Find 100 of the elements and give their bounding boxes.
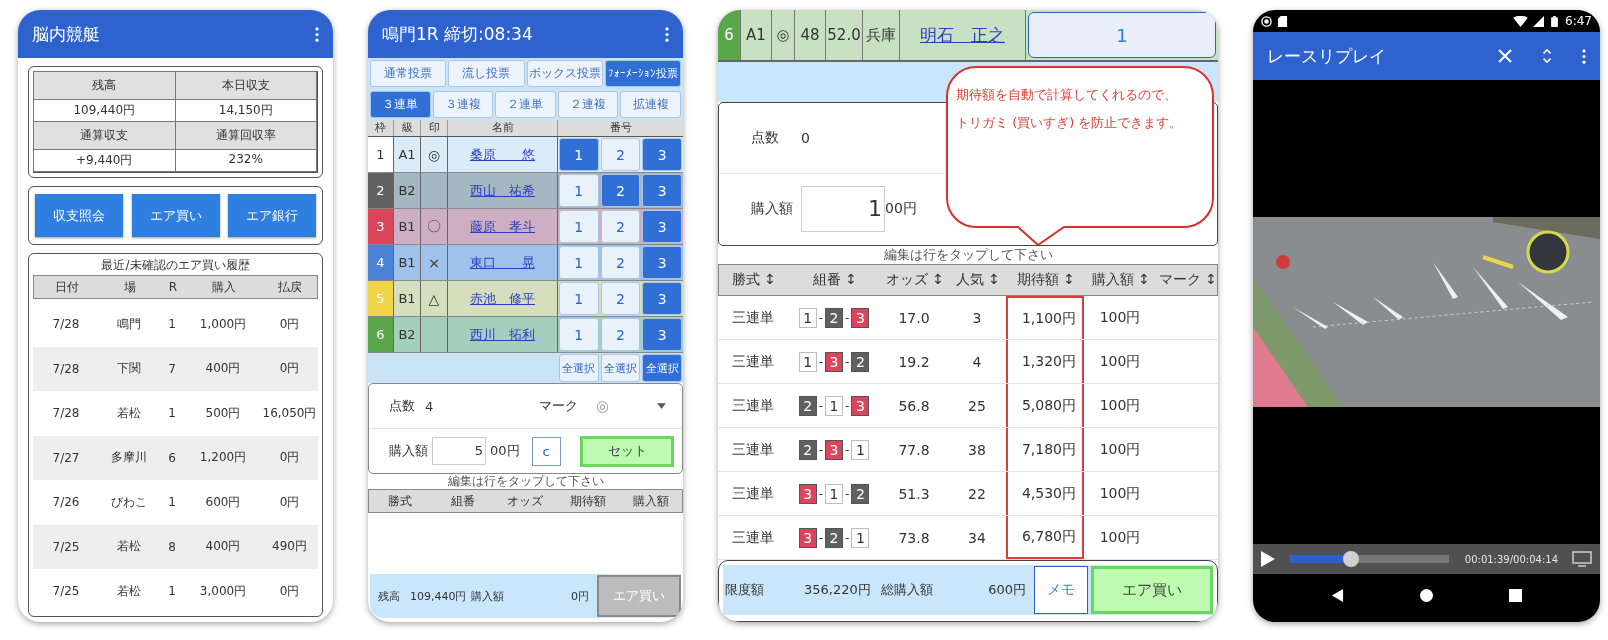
select-all-button[interactable]: 全選択 <box>642 354 682 382</box>
racer-name-link[interactable]: 西山 祐希 <box>470 181 535 200</box>
more-icon[interactable] <box>1582 48 1586 64</box>
pick-button[interactable]: 3 <box>642 174 682 207</box>
pick-button[interactable]: 2 <box>600 282 641 315</box>
racer-name-link[interactable]: 桑原 悠 <box>470 145 535 164</box>
pick-button[interactable]: 2 <box>600 138 641 171</box>
menu-button[interactable]: エア買い <box>131 194 220 237</box>
bet-row[interactable]: 三連単 1 - 2 - 3 17.0 3 1,100円 100円 <box>718 296 1218 340</box>
ticket-type-tab[interactable]: ３連複 <box>432 91 494 118</box>
pick-button[interactable]: 3 <box>642 318 682 351</box>
pick-button[interactable]: 1 <box>1028 12 1216 58</box>
select-all-button[interactable]: 全選択 <box>559 354 599 382</box>
racer-row[interactable]: 1 A1 ◎ 桑原 悠 1 2 3 <box>368 137 683 173</box>
expand-icon[interactable] <box>1540 49 1554 63</box>
ticket-type-tab[interactable]: 拡連複 <box>620 91 681 118</box>
close-icon[interactable] <box>1498 49 1512 63</box>
amount-input[interactable]: 1 <box>801 186 885 232</box>
history-row[interactable]: 7/28 鳴門 1 1,000円 0円 <box>33 302 318 347</box>
menu-button[interactable]: エア銀行 <box>228 194 316 237</box>
column-header[interactable]: オッズ ↕ <box>881 271 949 289</box>
home-icon[interactable] <box>1420 588 1433 602</box>
ticket-type-tab[interactable]: ２連複 <box>557 91 619 118</box>
pick-button[interactable]: 3 <box>642 210 682 243</box>
history-row[interactable]: 7/26 びわこ 1 600円 0円 <box>33 480 318 525</box>
bet-row[interactable]: 三連単 1 - 3 - 2 19.2 4 1,320円 100円 <box>718 340 1218 384</box>
amount-input[interactable]: 5 <box>432 437 486 465</box>
clear-button[interactable]: c <box>531 436 561 466</box>
column-header: 名前 <box>448 120 558 136</box>
racer-name-link[interactable]: 明石 正之 <box>920 23 1005 47</box>
play-icon[interactable] <box>1261 551 1275 567</box>
air-buy-button[interactable]: エア買い <box>1091 566 1213 614</box>
bet-type-tab[interactable]: ﾌｫｰﾒｰｼｮﾝ投票 <box>604 60 681 87</box>
pick-button[interactable]: 2 <box>600 318 641 351</box>
odds-cell-text: 56.8 <box>897 396 931 416</box>
mark-dropdown[interactable]: マーク ◎ <box>538 397 666 415</box>
history-row[interactable]: 7/25 若松 8 400円 490円 <box>33 524 318 569</box>
menu-button[interactable]: 収支照会 <box>35 194 123 237</box>
boat-number: 2 <box>825 307 843 328</box>
bet-type-tab[interactable]: ボックス投票 <box>526 60 603 87</box>
racer-name-link[interactable]: 藤原 孝斗 <box>470 217 535 236</box>
pick-button[interactable]: 1 <box>559 318 599 351</box>
pick-button[interactable]: 2 <box>600 246 641 279</box>
back-icon[interactable] <box>1331 588 1344 602</box>
expected-cell: 4,530円 <box>1006 472 1084 515</box>
history-row[interactable]: 7/25 若松 1 3,000円 0円 <box>33 569 318 614</box>
limit-label: 限度額 <box>725 581 764 599</box>
table-cell-text: 3,000円 <box>198 582 248 600</box>
history-row[interactable]: 7/27 多摩川 6 1,200円 0円 <box>33 435 318 480</box>
pick-button[interactable]: 2 <box>600 210 641 243</box>
pick-button[interactable]: 3 <box>642 282 682 315</box>
racer-mark: × <box>421 245 448 280</box>
pick-button[interactable]: 3 <box>642 246 682 279</box>
history-row[interactable]: 7/28 若松 1 500円 16,050円 <box>33 391 318 436</box>
bet-type-tab[interactable]: 通常投票 <box>370 60 447 87</box>
pick-button[interactable]: 1 <box>559 246 599 279</box>
amount-cell-text: 100円 <box>1098 395 1142 415</box>
column-header[interactable]: 組番 ↕ <box>789 271 881 289</box>
racer-row[interactable]: 3 B1 〇 藤原 孝斗 1 2 3 <box>368 209 683 245</box>
racer-row[interactable]: 4 B1 × 東口 晃 1 2 3 <box>368 245 683 281</box>
racer-row[interactable]: 5 B1 △ 赤池 修平 1 2 3 <box>368 281 683 317</box>
seek-thumb[interactable] <box>1343 551 1360 567</box>
memo-button[interactable]: メモ <box>1034 566 1088 614</box>
set-button[interactable]: セット <box>580 435 674 467</box>
pick-button[interactable]: 1 <box>559 282 599 315</box>
more-icon[interactable] <box>315 26 319 42</box>
pick-button[interactable]: 3 <box>642 138 682 171</box>
column-header[interactable]: マーク ↕ <box>1157 271 1218 289</box>
caret-icon[interactable] <box>657 403 666 409</box>
recents-icon[interactable] <box>1509 588 1522 602</box>
ticket-type-tab[interactable]: ３連単 <box>370 91 431 118</box>
history-row[interactable]: 7/28 下関 7 400円 0円 <box>33 346 318 391</box>
column-header[interactable]: 勝式 ↕ <box>719 271 789 289</box>
total-value: 600円 <box>988 581 1026 599</box>
ticket-type-tab[interactable]: ２連単 <box>495 91 556 118</box>
bet-type-tab[interactable]: 流し投票 <box>448 60 525 87</box>
bet-row[interactable]: 三連単 3 - 2 - 1 73.8 34 6,780円 100円 <box>718 516 1218 560</box>
more-icon[interactable] <box>665 26 669 42</box>
bet-row[interactable]: 三連単 3 - 1 - 2 51.3 22 4,530円 100円 <box>718 472 1218 516</box>
racer-row[interactable]: 2 B2 西山 祐希 1 2 3 <box>368 173 683 209</box>
racer-name-link[interactable]: 東口 晃 <box>470 253 535 272</box>
bet-row[interactable]: 三連単 2 - 1 - 3 56.8 25 5,080円 100円 <box>718 384 1218 428</box>
column-header[interactable]: 人気 ↕ <box>949 271 1007 289</box>
racer-row[interactable]: 6 A1 ◎ 48 52.0 兵庫 明石 正之 1 <box>718 10 1218 62</box>
column-header[interactable]: 購入額 ↕ <box>1085 271 1157 289</box>
racer-name-link[interactable]: 赤池 修平 <box>470 289 535 308</box>
boat-number: 3 <box>851 307 870 328</box>
racer-row[interactable]: 6 B2 西川 拓利 1 2 3 <box>368 317 683 353</box>
table-cell-text: 7/25 <box>51 584 81 599</box>
column-header: 購入 <box>211 278 237 296</box>
bet-row[interactable]: 三連単 2 - 3 - 1 77.8 38 7,180円 100円 <box>718 428 1218 472</box>
pick-button[interactable]: 1 <box>559 138 599 171</box>
select-all-button[interactable]: 全選択 <box>600 354 641 382</box>
amount-cell-text: 100円 <box>1098 527 1142 547</box>
monitor-icon[interactable] <box>1572 551 1592 567</box>
pick-button[interactable]: 2 <box>600 174 641 207</box>
column-header[interactable]: 期待額 ↕ <box>1007 271 1085 289</box>
pick-button[interactable]: 1 <box>559 210 599 243</box>
pick-button[interactable]: 1 <box>559 174 599 207</box>
racer-name-link[interactable]: 西川 拓利 <box>470 325 535 344</box>
